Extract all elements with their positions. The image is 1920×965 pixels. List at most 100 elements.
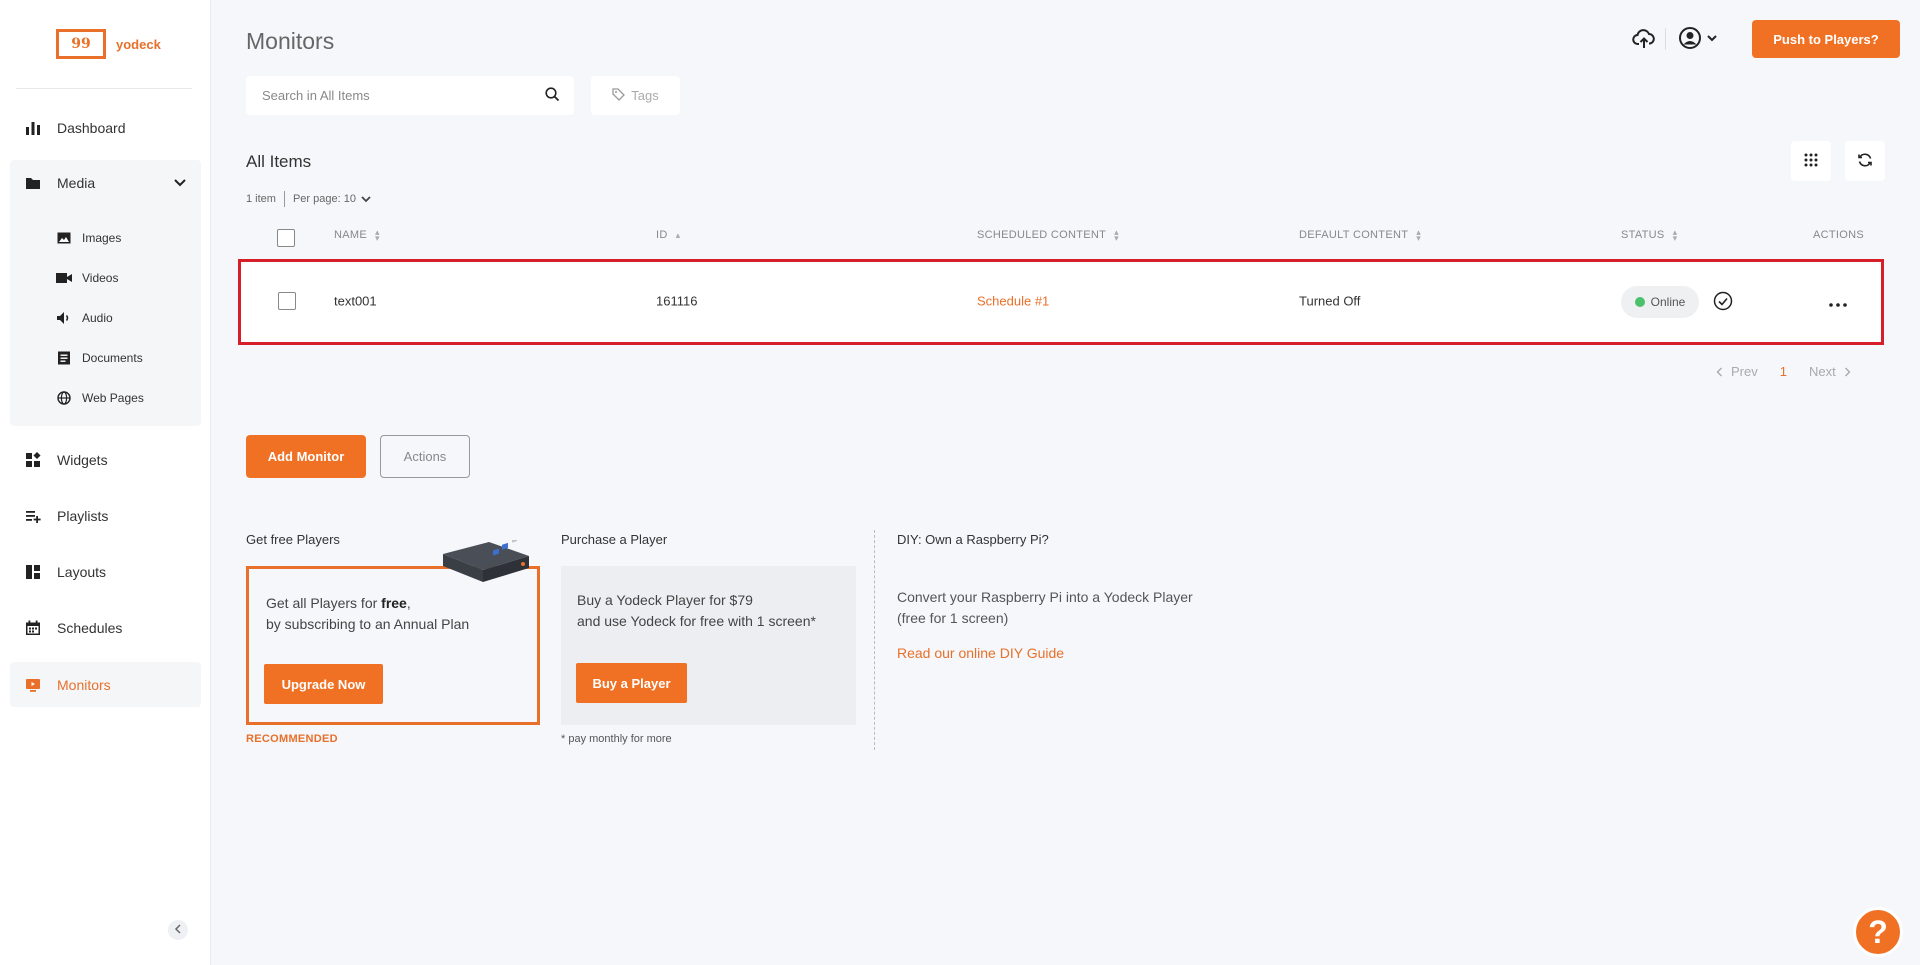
search-box — [246, 76, 574, 115]
search-input[interactable] — [262, 88, 545, 103]
sidebar-item-label: Media — [57, 175, 96, 191]
free-players-heading: Get free Players — [246, 532, 340, 547]
scheduled-content-link[interactable]: Schedule #1 — [977, 294, 1049, 309]
push-to-players-button[interactable]: Push to Players? — [1752, 20, 1900, 58]
purchase-line1: Buy a Yodeck Player for $79 — [577, 592, 753, 608]
column-header-id[interactable]: ID ▴ — [656, 229, 680, 241]
status-label: Online — [1650, 295, 1686, 309]
purchase-player-card: Buy a Yodeck Player for $79 and use Yode… — [561, 566, 856, 725]
next-page-button[interactable]: Next — [1809, 364, 1851, 379]
meta-divider — [283, 191, 285, 207]
sidebar-subitem-web-pages[interactable]: Web Pages — [56, 383, 144, 413]
sidebar-item-label: Layouts — [57, 564, 107, 580]
add-monitor-button[interactable]: Add Monitor — [246, 435, 366, 478]
sidebar-item-dashboard[interactable]: Dashboard — [10, 107, 201, 149]
actions-button[interactable]: Actions — [380, 435, 470, 478]
layout-icon — [24, 563, 42, 581]
column-header-name[interactable]: NAME ▴ ▾ — [334, 227, 380, 243]
chevron-left-icon — [174, 923, 182, 937]
search-icon[interactable] — [545, 86, 560, 105]
sort-asc-icon: ▴ — [675, 230, 681, 240]
diy-guide-link[interactable]: Read our online DIY Guide — [897, 645, 1064, 661]
monitor-name[interactable]: text001 — [334, 294, 377, 309]
sidebar-item-widgets[interactable]: Widgets — [10, 439, 201, 481]
help-button[interactable]: ? — [1853, 907, 1903, 957]
refresh-button[interactable] — [1845, 141, 1885, 181]
widgets-icon — [24, 451, 42, 469]
monitor-id: 161116 — [656, 293, 698, 309]
sort-icon: ▴ ▾ — [1672, 227, 1678, 243]
sidebar-item-playlists[interactable]: Playlists — [10, 495, 201, 537]
tags-filter[interactable]: Tags — [591, 76, 680, 115]
yodeck-logo[interactable]: 99 yodeck — [56, 29, 161, 59]
upgrade-now-button[interactable]: Upgrade Now — [264, 664, 383, 704]
prev-label: Prev — [1731, 364, 1758, 379]
sidebar-item-media[interactable]: Media — [10, 162, 201, 204]
sidebar-item-label: Playlists — [57, 508, 109, 524]
item-count: 1 item — [246, 193, 276, 205]
column-header-default-content[interactable]: DEFAULT CONTENT ▴ ▾ — [1299, 227, 1422, 243]
buy-player-button[interactable]: Buy a Player — [576, 663, 687, 703]
more-dots-icon — [1829, 291, 1847, 312]
sidebar-item-label: Monitors — [57, 676, 111, 693]
sidebar-item-label: Dashboard — [57, 120, 126, 136]
playlist-add-icon — [24, 507, 42, 525]
chevron-left-icon — [1716, 367, 1723, 377]
column-header-scheduled-content[interactable]: SCHEDULED CONTENT ▴ ▾ — [977, 228, 1119, 243]
row-checkbox[interactable] — [278, 292, 296, 310]
prev-page-button[interactable]: Prev — [1716, 364, 1758, 379]
per-page-label: Per page: 10 — [292, 193, 356, 205]
collapse-sidebar-button[interactable] — [168, 920, 188, 940]
tags-label: Tags — [631, 88, 659, 103]
user-menu[interactable] — [1678, 26, 1722, 51]
section-title: All Items — [246, 152, 312, 171]
sidebar-item-layouts[interactable]: Layouts — [10, 551, 201, 593]
column-label: ID — [656, 229, 668, 241]
column-label: STATUS — [1621, 229, 1665, 241]
logo-mark: 99 — [56, 29, 106, 59]
sidebar-item-schedules[interactable]: Schedules — [10, 607, 201, 649]
recommended-badge: RECOMMENDED — [246, 733, 338, 745]
video-camera-icon — [56, 270, 72, 286]
sidebar: 99 yodeck Dashboard Media Images Videos — [0, 0, 211, 965]
page-number[interactable]: 1 — [1780, 364, 1787, 379]
column-header-status[interactable]: STATUS ▴ ▾ — [1621, 227, 1678, 243]
sidebar-subitem-videos[interactable]: Videos — [56, 263, 118, 293]
free-text-line2: by subscribing to an Annual Plan — [266, 616, 470, 632]
sidebar-divider — [16, 88, 192, 89]
per-page-select[interactable]: Per page: 10 — [293, 193, 372, 205]
sub-item-label: Audio — [82, 311, 113, 325]
check-circle-icon[interactable] — [1713, 291, 1733, 311]
cloud-upload-icon[interactable] — [1632, 27, 1656, 51]
grid-view-button[interactable] — [1791, 141, 1831, 181]
grid-dots-icon — [1803, 152, 1819, 171]
sidebar-subitem-documents[interactable]: Documents — [56, 343, 143, 373]
status-badge: Online — [1621, 286, 1699, 318]
sort-icon: ▴ ▾ — [374, 227, 380, 243]
sidebar-subitem-audio[interactable]: Audio — [56, 303, 113, 333]
more-actions-button[interactable] — [1826, 291, 1850, 311]
purchase-line2: and use Yodeck for free with 1 screen* — [577, 613, 816, 629]
chevron-right-icon — [1844, 367, 1851, 377]
page-title: Monitors — [246, 28, 335, 54]
purchase-text: Buy a Yodeck Player for $79 and use Yode… — [577, 590, 816, 632]
column-label: SCHEDULED CONTENT — [977, 229, 1107, 241]
purchase-player-heading: Purchase a Player — [561, 532, 668, 547]
chevron-down-icon[interactable] — [173, 175, 187, 192]
sort-icon: ▴ ▾ — [1416, 227, 1422, 243]
calendar-icon — [24, 619, 42, 637]
column-label: DEFAULT CONTENT — [1299, 229, 1409, 241]
table-header: NAME ▴ ▾ ID ▴ SCHEDULED CONTENT ▴ ▾ DEFAUL… — [0, 227, 1920, 247]
speaker-icon — [56, 310, 72, 326]
free-text-bold: free — [381, 595, 407, 611]
sub-item-label: Documents — [82, 351, 143, 365]
column-header-actions: ACTIONS — [1813, 229, 1864, 241]
select-all-checkbox[interactable] — [277, 229, 295, 247]
tag-icon — [612, 87, 626, 104]
player-device-image — [443, 540, 529, 582]
list-meta: 1 item Per page: 10 — [246, 191, 372, 207]
sidebar-item-monitors[interactable]: Monitors — [10, 662, 201, 707]
globe-icon — [56, 390, 72, 406]
purchase-footnote: * pay monthly for more — [561, 733, 672, 745]
column-label: NAME — [334, 229, 367, 241]
